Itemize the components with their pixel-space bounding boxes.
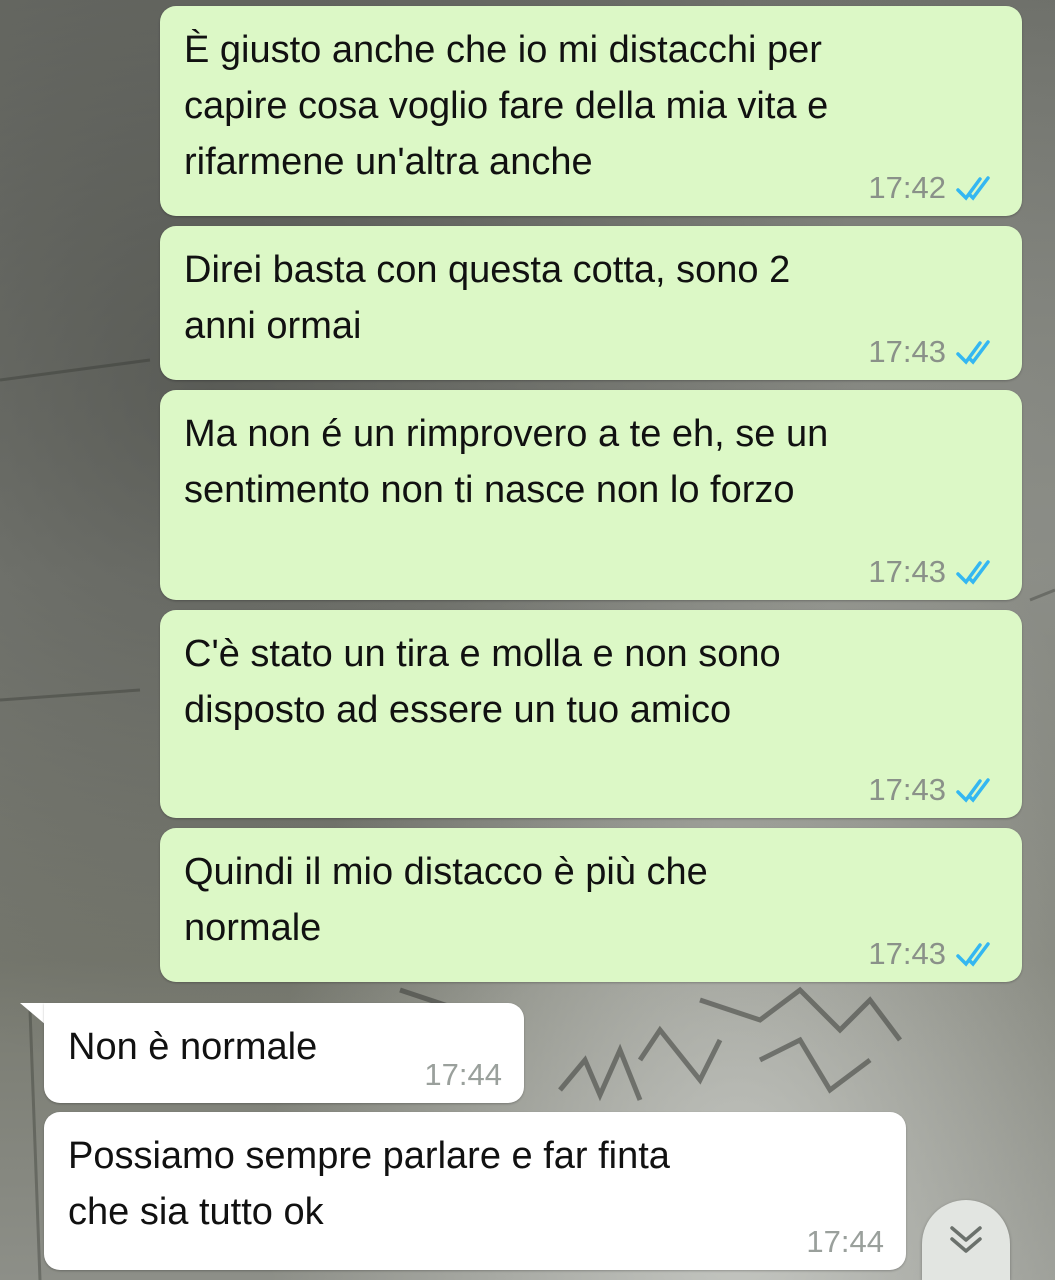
double-chevron-down-icon <box>950 1226 982 1253</box>
message-timestamp: 17:43 <box>868 936 946 971</box>
outgoing-message-bubble[interactable]: C'è stato un tira e molla e non sono dis… <box>160 610 1022 818</box>
double-check-icon <box>956 176 990 201</box>
message-timestamp: 17:43 <box>868 554 946 589</box>
message-text: È giusto anche che io mi distacchi per c… <box>184 29 829 183</box>
outgoing-message-bubble[interactable]: È giusto anche che io mi distacchi per c… <box>160 6 1022 216</box>
message-meta: 17:43 <box>868 554 1000 590</box>
double-check-icon <box>956 942 990 967</box>
chat-messages-list[interactable]: È giusto anche che io mi distacchi per c… <box>0 0 1055 1280</box>
double-check-icon <box>956 340 990 365</box>
incoming-bubble-tail <box>20 1003 46 1025</box>
message-text: Ma non é un rimprovero a te eh, se un se… <box>184 413 829 511</box>
outgoing-message-bubble[interactable]: Ma non é un rimprovero a te eh, se un se… <box>160 390 1022 600</box>
message-timestamp: 17:43 <box>868 772 946 807</box>
incoming-message-bubble[interactable]: Possiamo sempre parlare e far finta che … <box>44 1112 906 1270</box>
double-check-icon <box>956 778 990 803</box>
message-meta: 17:43 <box>868 772 1000 808</box>
message-meta: 17:44 <box>424 1057 502 1093</box>
message-text: Possiamo sempre parlare e far finta che … <box>68 1135 670 1233</box>
message-text: C'è stato un tira e molla e non sono dis… <box>184 633 781 731</box>
scroll-to-bottom-button[interactable] <box>922 1200 1010 1280</box>
message-meta: 17:43 <box>868 936 1000 972</box>
message-meta: 17:44 <box>806 1224 884 1260</box>
message-meta: 17:42 <box>868 170 1000 206</box>
outgoing-message-bubble[interactable]: Direi basta con questa cotta, sono 2 ann… <box>160 226 1022 380</box>
message-meta: 17:43 <box>868 334 1000 370</box>
message-timestamp: 17:44 <box>806 1224 884 1259</box>
double-check-icon <box>956 560 990 585</box>
message-timestamp: 17:44 <box>424 1057 502 1092</box>
incoming-message-bubble[interactable]: Non è normale 17:44 <box>44 1003 524 1103</box>
message-timestamp: 17:43 <box>868 334 946 369</box>
outgoing-message-bubble[interactable]: Quindi il mio distacco è più che normale… <box>160 828 1022 982</box>
message-timestamp: 17:42 <box>868 170 946 205</box>
